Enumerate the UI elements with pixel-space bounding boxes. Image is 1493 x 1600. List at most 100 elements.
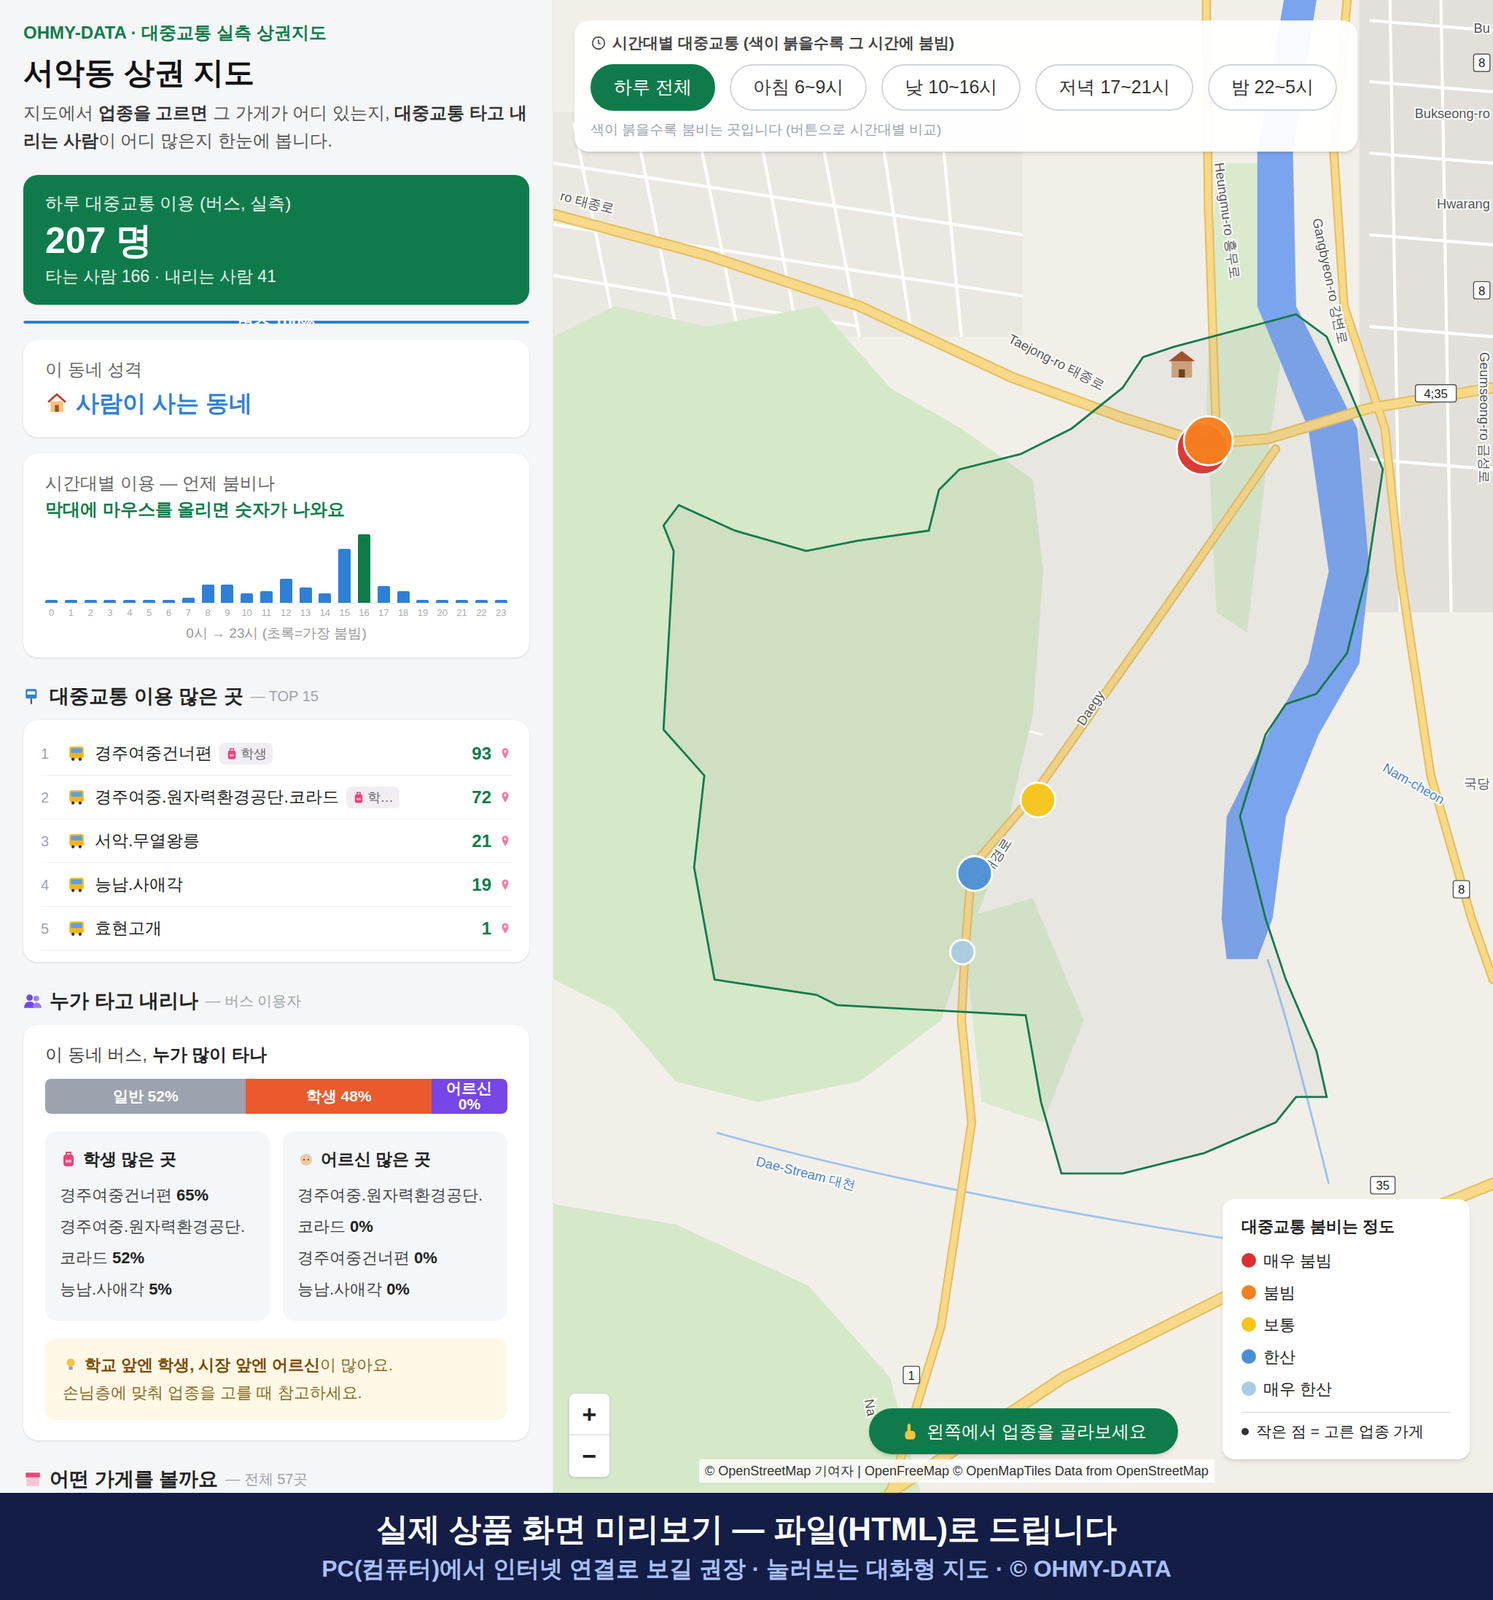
shops-title: 어떤 가게를 볼까요 [49,1464,218,1493]
road-shield: 8 [1452,880,1469,899]
mode-fill: 버스 100% [23,320,530,324]
rider-group-item: 능남.사애각5% [59,1273,256,1305]
riders-subtitle: — 버스 이용자 [205,989,302,1012]
time-filter-button[interactable]: 낮 10~16시 [881,64,1021,111]
shield-label: 35 [1376,1178,1391,1193]
zoom-out-button[interactable]: − [569,1435,610,1477]
hour-bar[interactable] [455,599,469,603]
bus-icon [67,788,87,808]
hour-bar[interactable] [201,584,215,603]
rider-group-title: 학생 많은 곳 [83,1146,177,1173]
pin-icon-wrap[interactable] [498,789,512,806]
rider-group-title: 어르신 많은 곳 [320,1146,431,1173]
mode-track: 버스 100% [23,320,530,324]
zoom-in-button[interactable]: + [569,1393,610,1436]
legend-dot [1241,1317,1257,1332]
map[interactable]: BuBukseong-roHwarangro 태종로Taejong-ro 태종로… [553,0,1493,1493]
hour-bar[interactable] [338,548,351,603]
tip-line: 손님층에 맞춰 업종을 고를 때 참고하세요. [62,1379,490,1407]
time-filter-button[interactable]: 밤 22~5시 [1207,64,1337,111]
time-filter-button[interactable]: 저녁 17~21시 [1035,64,1193,111]
rider-segment: 학생 48% [245,1078,432,1114]
hour-tick: 20 [435,606,449,620]
legend-label: 매우 한산 [1263,1377,1332,1402]
transit-marker[interactable] [1020,782,1056,818]
shops-header: 어떤 가게를 볼까요 — 전체 57곳 [23,1465,530,1493]
hour-bar[interactable] [260,591,273,603]
hour-bar[interactable] [84,599,97,603]
legend-item: 한산 [1241,1340,1451,1373]
hour-bar[interactable] [162,599,175,603]
pin-icon-wrap[interactable] [498,745,512,762]
hour-bar[interactable] [357,534,371,603]
badge-icon-wrap [225,747,239,761]
hour-bar[interactable] [279,578,293,603]
stop-rank: 4 [40,874,66,896]
hour-bar[interactable] [103,599,116,603]
bus-icon-wrap [65,830,88,853]
legend-label: 매우 붐빔 [1263,1248,1332,1273]
bus-icon-wrap [65,917,88,940]
cta-pill[interactable]: 왼쪽에서 업종을 골라보세요 [868,1408,1179,1455]
hour-tick: 14 [318,606,331,620]
transit-marker[interactable] [957,855,993,891]
hour-bar[interactable] [416,599,429,603]
hour-bar[interactable] [475,599,488,603]
hour-bar[interactable] [123,599,136,603]
stop-count: 21 [465,828,492,855]
stops-subtitle: — TOP 15 [250,685,319,708]
hour-bar[interactable] [182,597,195,603]
stop-count: 19 [465,871,492,899]
shield-box [1473,53,1490,72]
pin-icon-wrap[interactable] [498,876,512,894]
hour-bar[interactable] [435,599,449,603]
time-filter-button[interactable]: 아침 6~9시 [729,64,867,111]
item-name: 경주여중.원자력환경공단.코라드 [59,1217,245,1268]
stop-row[interactable]: 1경주여중건너편학생93 [40,731,512,776]
text-segment: 이 동네 버스, [45,1044,153,1065]
badge-icon-wrap [352,790,366,805]
rider-segment: 일반 52% [45,1078,246,1114]
stop-name: 서악.무열왕릉 [94,828,200,854]
attribution[interactable]: © OpenStreetMap 기여자 | OpenFreeMap © Open… [699,1459,1215,1483]
stop-badge: 학생 [219,742,273,765]
text-segment: 누가 많이 타나 [152,1044,267,1065]
school-icon [1168,351,1195,378]
hour-bar[interactable] [64,599,78,603]
rider-group-item: 경주여중.원자력환경공단.코라드52% [59,1210,256,1274]
hour-bar[interactable] [318,593,331,603]
hour-tick: 6 [162,606,175,620]
pin-icon-wrap[interactable] [498,833,512,850]
stop-row[interactable]: 3서악.무열왕릉21 [40,819,512,864]
tip-box: 학교 앞엔 학생, 시장 앞엔 어르신이 많아요.손님층에 맞춰 업종을 고를 … [45,1338,508,1421]
rider-group-item: 경주여중.원자력환경공단.코라드0% [297,1179,493,1243]
time-filter-button[interactable]: 하루 전체 [590,64,716,111]
hour-bar[interactable] [220,584,234,603]
hour-tick: 5 [142,606,156,620]
hour-bar[interactable] [142,599,156,603]
stop-row[interactable]: 4능남.사애각19 [40,863,512,907]
stop-row[interactable]: 5효현고개1 [40,906,512,951]
shield-label: 1 [908,1369,915,1383]
rider-group-items: 경주여중.원자력환경공단.코라드0%경주여중건너편0%능남.사애각0% [297,1179,493,1305]
time-filter-header: 시간대별 대중교통 (색이 붉을수록 그 시간에 붐빔) [590,32,1342,54]
map-label: Bu [1474,21,1491,36]
hour-bar[interactable] [494,599,508,603]
pin-icon [498,920,512,937]
transit-marker[interactable] [949,939,975,965]
summary-detail: 타는 사람 166 · 내리는 사람 41 [45,263,508,289]
stop-row[interactable]: 2경주여중.원자력환경공단.코라드학…72 [40,775,512,820]
transit-marker[interactable] [1183,416,1233,466]
hour-bar[interactable] [299,587,313,603]
hour-bar[interactable] [377,586,391,603]
hour-tick: 19 [416,606,429,620]
clock-icon [590,34,607,52]
shield-box [1473,281,1490,299]
hour-bar[interactable] [397,591,410,603]
character-card: 이 동네 성격 사람이 사는 동네 [23,339,530,438]
hour-bar[interactable] [45,599,58,603]
pin-icon-wrap[interactable] [498,920,512,937]
hour-bar[interactable] [240,593,253,603]
hour-tick: 4 [123,606,136,620]
item-pct: 5% [148,1280,173,1299]
